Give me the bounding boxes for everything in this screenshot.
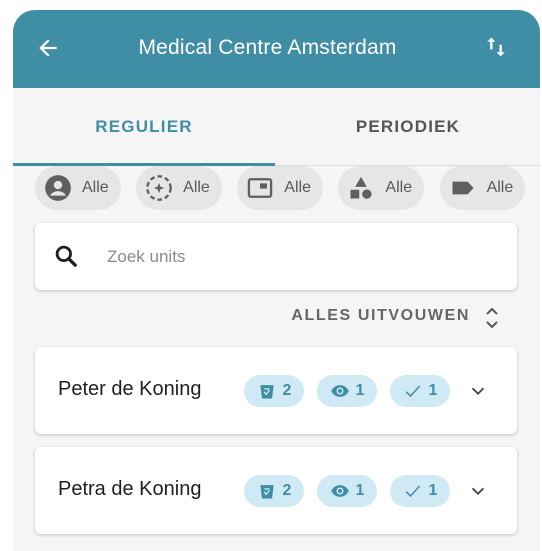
search-input[interactable] [105, 243, 499, 271]
bin-icon [259, 485, 274, 499]
badge-count: 2 [282, 482, 292, 499]
filter-chip-recycle[interactable]: Alle [136, 166, 222, 210]
filter-chips: Alle Alle Alle Alle Alle [35, 166, 540, 212]
shapes-icon [350, 176, 372, 199]
recycle-icon [146, 175, 172, 201]
unit-card[interactable]: Petra de Koning 2 1 1 [35, 447, 517, 534]
filter-chip-screen[interactable]: Alle [237, 166, 323, 210]
page-title: Medical Centre Amsterdam [138, 36, 397, 59]
chevron-down-icon[interactable] [467, 480, 489, 502]
tab-label: PERIODIEK [355, 116, 461, 136]
sort-arrows-icon[interactable] [482, 33, 510, 61]
bin-count-badge: 2 [244, 375, 304, 407]
filter-chip-person[interactable]: Alle [35, 166, 121, 210]
eye-count-badge: 1 [317, 375, 377, 407]
person-icon [45, 175, 71, 201]
check-count-badge: 1 [390, 375, 450, 407]
filter-chip-shapes[interactable]: Alle [338, 166, 425, 210]
tab-bar: REGULIER PERIODIEK [13, 88, 540, 166]
filter-chip-label: Alle [385, 179, 413, 196]
bin-icon [259, 385, 274, 399]
badge-count: 1 [428, 382, 438, 399]
unfold-icon [486, 307, 498, 329]
app-bar: Medical Centre Amsterdam [13, 10, 540, 88]
expand-all-label: ALLES UITVOUWEN [291, 307, 470, 324]
app-screen: Medical Centre Amsterdam REGULIER PERIOD… [13, 10, 540, 551]
unit-name: Petra de Koning [58, 478, 202, 500]
unit-name: Peter de Koning [58, 378, 202, 400]
filter-chip-label: Alle [183, 179, 210, 196]
badge-count: 1 [355, 382, 365, 399]
badge-count: 1 [355, 482, 365, 499]
tab-regulier[interactable]: REGULIER [13, 88, 275, 166]
search-bar [35, 223, 517, 290]
filter-chip-label: Alle [486, 179, 514, 196]
badge-count: 2 [282, 382, 292, 399]
badge-count: 1 [428, 482, 438, 499]
tab-periodiek[interactable]: PERIODIEK [277, 88, 539, 165]
eye-icon [330, 485, 349, 497]
bin-count-badge: 2 [244, 475, 304, 507]
chevron-down-icon[interactable] [467, 380, 489, 402]
unit-card[interactable]: Peter de Koning 2 1 1 [35, 347, 517, 434]
filter-chip-label: Alle [284, 179, 311, 196]
filter-chip-tag[interactable]: Alle [439, 166, 526, 210]
tag-icon [452, 181, 474, 195]
eye-icon [330, 385, 349, 397]
eye-count-badge: 1 [317, 475, 377, 507]
tab-label: REGULIER [95, 116, 193, 136]
check-count-badge: 1 [390, 475, 450, 507]
search-icon [55, 245, 77, 267]
screen-icon [248, 178, 273, 198]
filter-chip-label: Alle [82, 179, 109, 196]
expand-all-button[interactable]: ALLES UITVOUWEN [13, 303, 518, 333]
check-icon [405, 385, 420, 398]
check-icon [405, 485, 420, 498]
